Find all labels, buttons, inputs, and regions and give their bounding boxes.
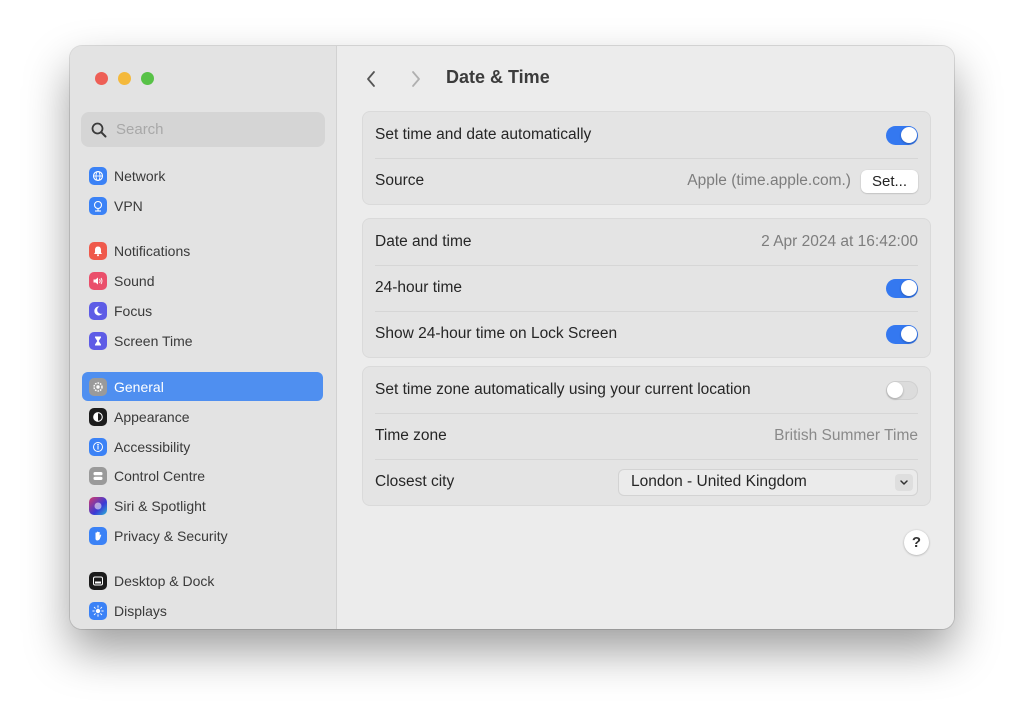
date-time-group: Date and time 2 Apr 2024 at 16:42:00 24-… (362, 218, 931, 358)
forward-button[interactable] (406, 68, 426, 90)
auto-time-zone-row: Set time zone automatically using your c… (363, 367, 930, 413)
speaker-icon (89, 271, 107, 290)
sidebar-item-label: Appearance (114, 408, 190, 425)
set-source-button[interactable]: Set... (860, 169, 918, 193)
row-label: Closest city (375, 473, 455, 490)
sidebar-item-control-centre[interactable]: Control Centre (82, 461, 323, 490)
toggle-knob (887, 382, 903, 398)
page-title: Date & Time (446, 67, 550, 87)
source-row: Source Apple (time.apple.com.) Set... (363, 158, 930, 204)
sidebar-item-appearance[interactable]: Appearance (82, 402, 323, 431)
chevron-left-icon (367, 71, 375, 87)
sidebar: Network VPN Notifications Sound (70, 46, 337, 629)
dock-icon (89, 571, 107, 590)
sun-icon (89, 601, 107, 620)
closest-city-row: Closest city London - United Kingdom (363, 459, 930, 505)
search-icon (91, 122, 107, 137)
search-field[interactable] (81, 112, 325, 147)
closest-city-value: London - United Kingdom (631, 473, 807, 490)
sidebar-item-notifications[interactable]: Notifications (82, 236, 323, 265)
appearance-icon (89, 407, 107, 426)
toggle-knob (900, 326, 917, 342)
sidebar-item-label: Accessibility (114, 438, 191, 455)
sidebar-item-label: Network (114, 167, 166, 184)
toolbar: Date & Time (337, 64, 954, 94)
sidebar-item-label: General (114, 378, 164, 395)
row-label: Time zone (375, 427, 447, 444)
bell-icon (89, 241, 107, 260)
main-pane: Date & Time Set time and date automatica… (337, 46, 954, 629)
sidebar-item-siri-spotlight[interactable]: Siri & Spotlight (82, 491, 323, 520)
sidebar-item-label: Displays (114, 602, 167, 619)
sidebar-item-label: Siri & Spotlight (114, 497, 206, 514)
sidebar-item-accessibility[interactable]: Accessibility (82, 432, 323, 461)
lock-screen-24-hour-row: Show 24-hour time on Lock Screen (363, 311, 930, 357)
vpn-globe-icon (89, 196, 107, 215)
row-label: Set time and date automatically (375, 126, 592, 143)
sidebar-item-focus[interactable]: Focus (82, 296, 323, 325)
row-label: Source (375, 172, 425, 189)
back-button[interactable] (361, 68, 381, 90)
24-hour-time-toggle[interactable] (886, 278, 918, 298)
24-hour-time-row: 24-hour time (363, 265, 930, 311)
set-time-automatically-row: Set time and date automatically (363, 112, 930, 158)
set-time-automatically-toggle[interactable] (886, 125, 918, 145)
sidebar-item-general[interactable]: General (82, 372, 323, 401)
accessibility-icon (89, 437, 107, 456)
chevron-down-icon (895, 473, 913, 491)
closest-city-select[interactable]: London - United Kingdom (618, 468, 918, 496)
time-zone-row: Time zone British Summer Time (363, 413, 930, 459)
minimize-window-button[interactable] (118, 72, 131, 85)
sidebar-item-screen-time[interactable]: Screen Time (82, 326, 323, 355)
time-zone-value: British Summer Time (774, 427, 918, 444)
sidebar-item-desktop-dock[interactable]: Desktop & Dock (82, 566, 323, 595)
row-label: Set time zone automatically using your c… (375, 381, 751, 398)
sidebar-item-privacy-security[interactable]: Privacy & Security (82, 521, 323, 550)
maximize-window-button[interactable] (141, 72, 154, 85)
sidebar-item-label: Sound (114, 272, 155, 289)
hand-icon (89, 526, 107, 545)
automatic-time-group: Set time and date automatically Source A… (362, 111, 931, 205)
row-label: Show 24-hour time on Lock Screen (375, 325, 618, 342)
row-label: Date and time (375, 233, 472, 250)
auto-time-zone-toggle[interactable] (886, 380, 918, 400)
lock-screen-24-hour-toggle[interactable] (886, 324, 918, 344)
sidebar-item-label: Screen Time (114, 332, 193, 349)
globe-icon (89, 166, 107, 185)
control-centre-icon (89, 466, 107, 485)
chevron-right-icon (412, 71, 420, 87)
sidebar-item-label: Privacy & Security (114, 527, 228, 544)
sidebar-item-displays[interactable]: Displays (82, 596, 323, 625)
sidebar-item-label: Focus (114, 302, 153, 319)
date-and-time-row: Date and time 2 Apr 2024 at 16:42:00 (363, 219, 930, 265)
row-label: 24-hour time (375, 279, 463, 296)
date-time-value: 2 Apr 2024 at 16:42:00 (761, 233, 918, 250)
search-input[interactable] (114, 120, 308, 139)
sidebar-item-sound[interactable]: Sound (82, 266, 323, 295)
sidebar-item-label: Notifications (114, 242, 191, 259)
help-button[interactable]: ? (904, 530, 929, 555)
sidebar-item-label: Desktop & Dock (114, 572, 215, 589)
sidebar-item-label: VPN (114, 197, 143, 214)
close-window-button[interactable] (95, 72, 108, 85)
sidebar-item-vpn[interactable]: VPN (82, 191, 323, 220)
sidebar-item-network[interactable]: Network (82, 161, 323, 190)
moon-icon (89, 301, 107, 320)
settings-window: Network VPN Notifications Sound (70, 46, 954, 629)
sidebar-item-label: Control Centre (114, 467, 206, 484)
toggle-knob (900, 127, 917, 143)
hourglass-icon (89, 331, 107, 350)
toggle-knob (900, 280, 917, 296)
time-zone-group: Set time zone automatically using your c… (362, 366, 931, 506)
siri-icon (89, 496, 107, 515)
source-value: Apple (time.apple.com.) (687, 172, 851, 189)
gear-icon (89, 377, 107, 396)
window-controls (95, 72, 154, 85)
